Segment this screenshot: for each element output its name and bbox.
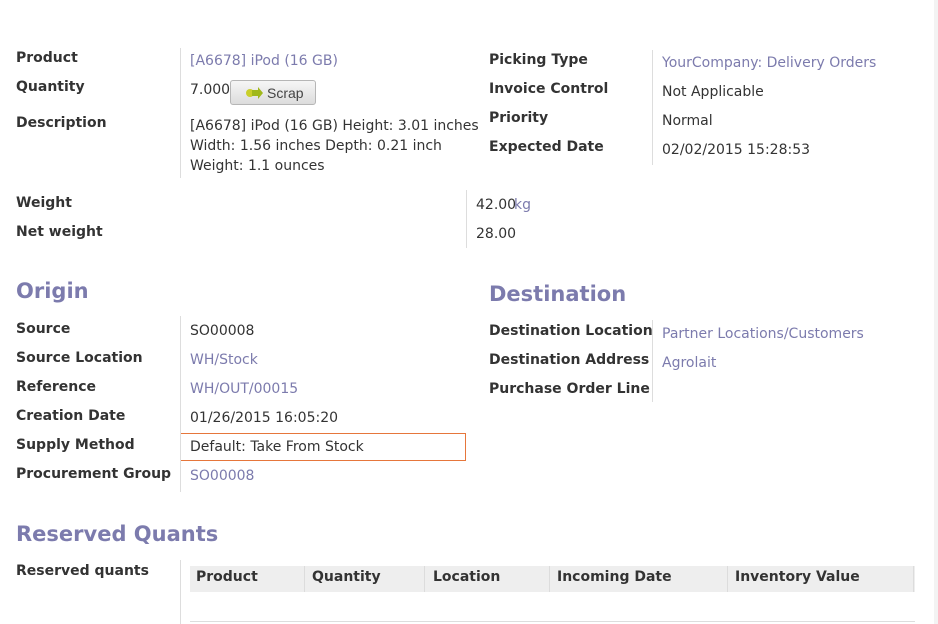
weight-value: 42.00 xyxy=(476,197,517,213)
scrap-arrow-icon xyxy=(246,87,263,99)
column-header-product[interactable]: Product xyxy=(196,569,258,585)
column-separator xyxy=(549,566,550,592)
column-divider xyxy=(180,560,181,624)
supply-method-label: Supply Method xyxy=(16,437,135,453)
column-divider xyxy=(466,190,467,248)
picking-type-link[interactable]: YourCompany: Delivery Orders xyxy=(662,55,876,71)
creation-date-value: 01/26/2015 16:05:20 xyxy=(190,410,339,426)
column-separator xyxy=(424,566,425,592)
reserved-quants-table-header: Product Quantity Location Incoming Date … xyxy=(190,566,915,592)
reserved-quants-heading: Reserved Quants xyxy=(16,522,219,546)
product-link[interactable]: [A6678] iPod (16 GB) xyxy=(190,53,338,69)
expected-date-value: 02/02/2015 15:28:53 xyxy=(662,142,811,158)
net-weight-value: 28.00 xyxy=(476,226,517,242)
net-weight-label: Net weight xyxy=(16,224,103,240)
column-header-quantity[interactable]: Quantity xyxy=(312,569,381,585)
column-divider xyxy=(652,50,653,165)
procurement-group-link[interactable]: SO00008 xyxy=(190,468,254,484)
reference-link[interactable]: WH/OUT/00015 xyxy=(190,381,298,397)
description-line: Width: 1.56 inches Depth: 0.21 inch xyxy=(190,138,442,154)
description-value: [A6678] iPod (16 GB) Height: 3.01 inches… xyxy=(190,116,479,176)
destination-location-link[interactable]: Partner Locations/Customers xyxy=(662,326,864,342)
scrap-button[interactable]: Scrap xyxy=(230,80,316,105)
table-bottom-border xyxy=(190,621,915,622)
quantity-value: 7.000 xyxy=(190,82,231,98)
column-header-incoming-date[interactable]: Incoming Date xyxy=(557,569,672,585)
description-line: [A6678] iPod (16 GB) Height: 3.01 inches xyxy=(190,118,479,134)
weight-label: Weight xyxy=(16,195,72,211)
destination-heading: Destination xyxy=(489,282,627,306)
priority-label: Priority xyxy=(489,110,549,126)
expected-date-label: Expected Date xyxy=(489,139,604,155)
reserved-quants-label: Reserved quants xyxy=(16,563,149,579)
destination-location-label: Destination Location xyxy=(489,323,653,339)
purchase-order-line-label: Purchase Order Line xyxy=(489,381,650,397)
column-header-location[interactable]: Location xyxy=(433,569,500,585)
destination-address-label: Destination Address xyxy=(489,352,650,368)
column-header-inventory-value[interactable]: Inventory Value xyxy=(735,569,860,585)
invoice-control-value: Not Applicable xyxy=(662,84,764,100)
quantity-label: Quantity xyxy=(16,79,85,95)
column-divider xyxy=(652,320,653,402)
column-divider xyxy=(180,316,181,492)
source-value: SO00008 xyxy=(190,323,255,339)
origin-heading: Origin xyxy=(16,279,89,303)
column-separator xyxy=(727,566,728,592)
reference-label: Reference xyxy=(16,379,97,395)
product-label: Product xyxy=(16,50,78,66)
description-label: Description xyxy=(16,115,107,131)
priority-value: Normal xyxy=(662,113,713,129)
destination-address-link[interactable]: Agrolait xyxy=(662,355,716,371)
creation-date-label: Creation Date xyxy=(16,408,126,424)
supply-method-select[interactable]: Default: Take From Stock xyxy=(180,433,466,461)
weight-unit-link[interactable]: kg xyxy=(514,197,531,213)
procurement-group-label: Procurement Group xyxy=(16,466,172,482)
description-line: Weight: 1.1 ounces xyxy=(190,158,325,174)
column-separator xyxy=(913,566,914,592)
scrap-label: Scrap xyxy=(267,85,304,101)
source-location-label: Source Location xyxy=(16,350,143,366)
source-location-link[interactable]: WH/Stock xyxy=(190,352,258,368)
page-scroll-edge xyxy=(934,0,938,624)
column-divider xyxy=(180,48,181,178)
picking-type-label: Picking Type xyxy=(489,52,588,68)
source-label: Source xyxy=(16,321,71,337)
invoice-control-label: Invoice Control xyxy=(489,81,609,97)
supply-method-value: Default: Take From Stock xyxy=(190,439,364,455)
column-separator xyxy=(304,566,305,592)
